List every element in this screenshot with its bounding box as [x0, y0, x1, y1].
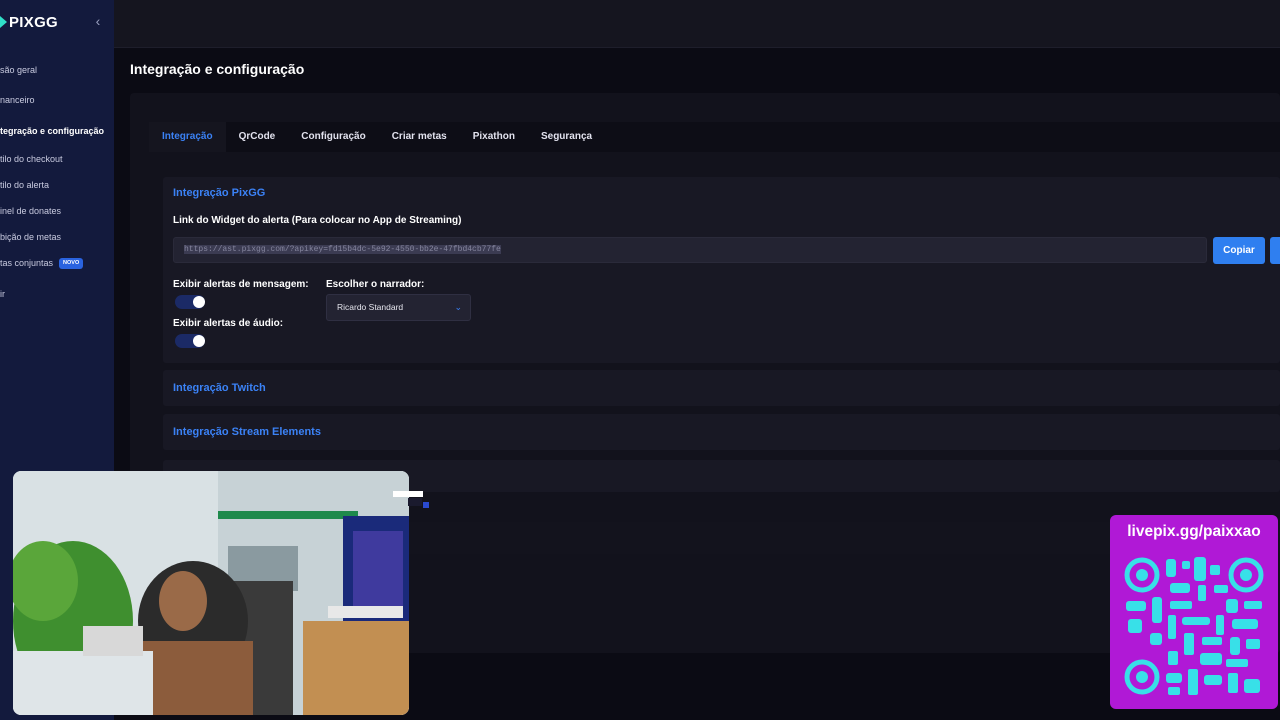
toggle-knob [193, 335, 205, 347]
brand-logo[interactable]: PIXGG [0, 12, 58, 32]
pixgg-integration-card: Integração PixGG [163, 177, 1280, 363]
sidebar-item-label: nanceiro [0, 95, 35, 105]
copy-button[interactable]: Copiar [1213, 237, 1265, 264]
narrator-label: Escolher o narrador: [326, 279, 425, 290]
sidebar-item-estilo-checkout[interactable]: tilo do checkout [0, 149, 114, 169]
tab-pixathon[interactable]: Pixathon [460, 122, 528, 152]
sidebar-item-metas-conjuntas[interactable]: tas conjuntas NOVO [0, 253, 114, 273]
widget-url-field[interactable]: https://ast.pixgg.com/?apikey=fd15b4dc-5… [173, 237, 1207, 263]
new-badge: NOVO [59, 257, 84, 269]
tab-criar-metas[interactable]: Criar metas [379, 122, 460, 152]
sidebar-item-exibicao-metas[interactable]: bição de metas [0, 227, 114, 247]
narrator-select[interactable]: Ricardo Standard ⌄ [326, 294, 471, 321]
widget-link-label: Link do Widget do alerta (Para colocar n… [173, 215, 462, 226]
qr-url-label: livepix.gg/paixxao [1127, 523, 1261, 540]
sidebar-item-painel-donates[interactable]: inel de donates [0, 201, 114, 221]
qr-code-image [1124, 557, 1264, 695]
qr-overlay: livepix.gg/paixxao [1110, 515, 1278, 709]
tab-bar: Integração QrCode Configuração Criar met… [149, 122, 1280, 152]
top-bar [114, 0, 1280, 48]
glitch-artifact [408, 498, 422, 506]
sidebar-item-estilo-alerta[interactable]: tilo do alerta [0, 175, 114, 195]
tab-qrcode[interactable]: QrCode [226, 122, 289, 152]
twitch-integration-card[interactable]: Integração Twitch [163, 370, 1280, 406]
message-alerts-toggle[interactable] [175, 295, 205, 309]
widget-url-text: https://ast.pixgg.com/?apikey=fd15b4dc-5… [184, 245, 501, 254]
glitch-artifact [423, 502, 429, 508]
tab-integracao[interactable]: Integração [149, 122, 226, 152]
message-alerts-label: Exibir alertas de mensagem: [173, 279, 309, 290]
sidebar-item-label: tilo do checkout [0, 154, 63, 164]
pixgg-card-title[interactable]: Integração PixGG [173, 187, 265, 199]
sidebar-item-financeiro[interactable]: nanceiro [0, 90, 114, 110]
toggle-knob [193, 296, 205, 308]
narrator-value: Ricardo Standard [337, 302, 404, 312]
sidebar-item-label: são geral [0, 65, 38, 75]
secondary-button[interactable] [1270, 237, 1280, 264]
sidebar-item-label: bição de metas [0, 232, 62, 242]
audio-alerts-label: Exibir alertas de áudio: [173, 318, 284, 329]
tab-configuracao[interactable]: Configuração [288, 122, 378, 152]
tab-seguranca[interactable]: Segurança [528, 122, 605, 152]
sidebar-item-sair[interactable]: ir [0, 284, 114, 304]
chevron-left-icon[interactable]: ‹ [91, 14, 105, 28]
webcam-image [13, 471, 409, 715]
stream-elements-integration-card[interactable]: Integração Stream Elements [163, 414, 1280, 450]
sidebar-item-label: ir [0, 289, 5, 299]
sidebar-item-label: tilo do alerta [0, 180, 50, 190]
twitch-card-title: Integração Twitch [173, 382, 266, 394]
sidebar-item-integracao[interactable]: tegração e configuração [0, 121, 114, 141]
brand-name: PIXGG [9, 13, 59, 31]
audio-alerts-toggle[interactable] [175, 334, 205, 348]
glitch-artifact [393, 491, 423, 497]
sidebar-item-label: tegração e configuração [0, 126, 105, 136]
sidebar-item-visao-geral[interactable]: são geral [0, 60, 114, 80]
brand-logo-icon [0, 16, 7, 28]
page-title: Integração e configuração [130, 61, 305, 77]
webcam-overlay [13, 471, 409, 715]
sidebar-item-label: tas conjuntas [0, 258, 54, 268]
chevron-down-icon: ⌄ [454, 302, 462, 312]
stream-elements-card-title: Integração Stream Elements [173, 426, 321, 438]
sidebar-item-label: inel de donates [0, 206, 62, 216]
